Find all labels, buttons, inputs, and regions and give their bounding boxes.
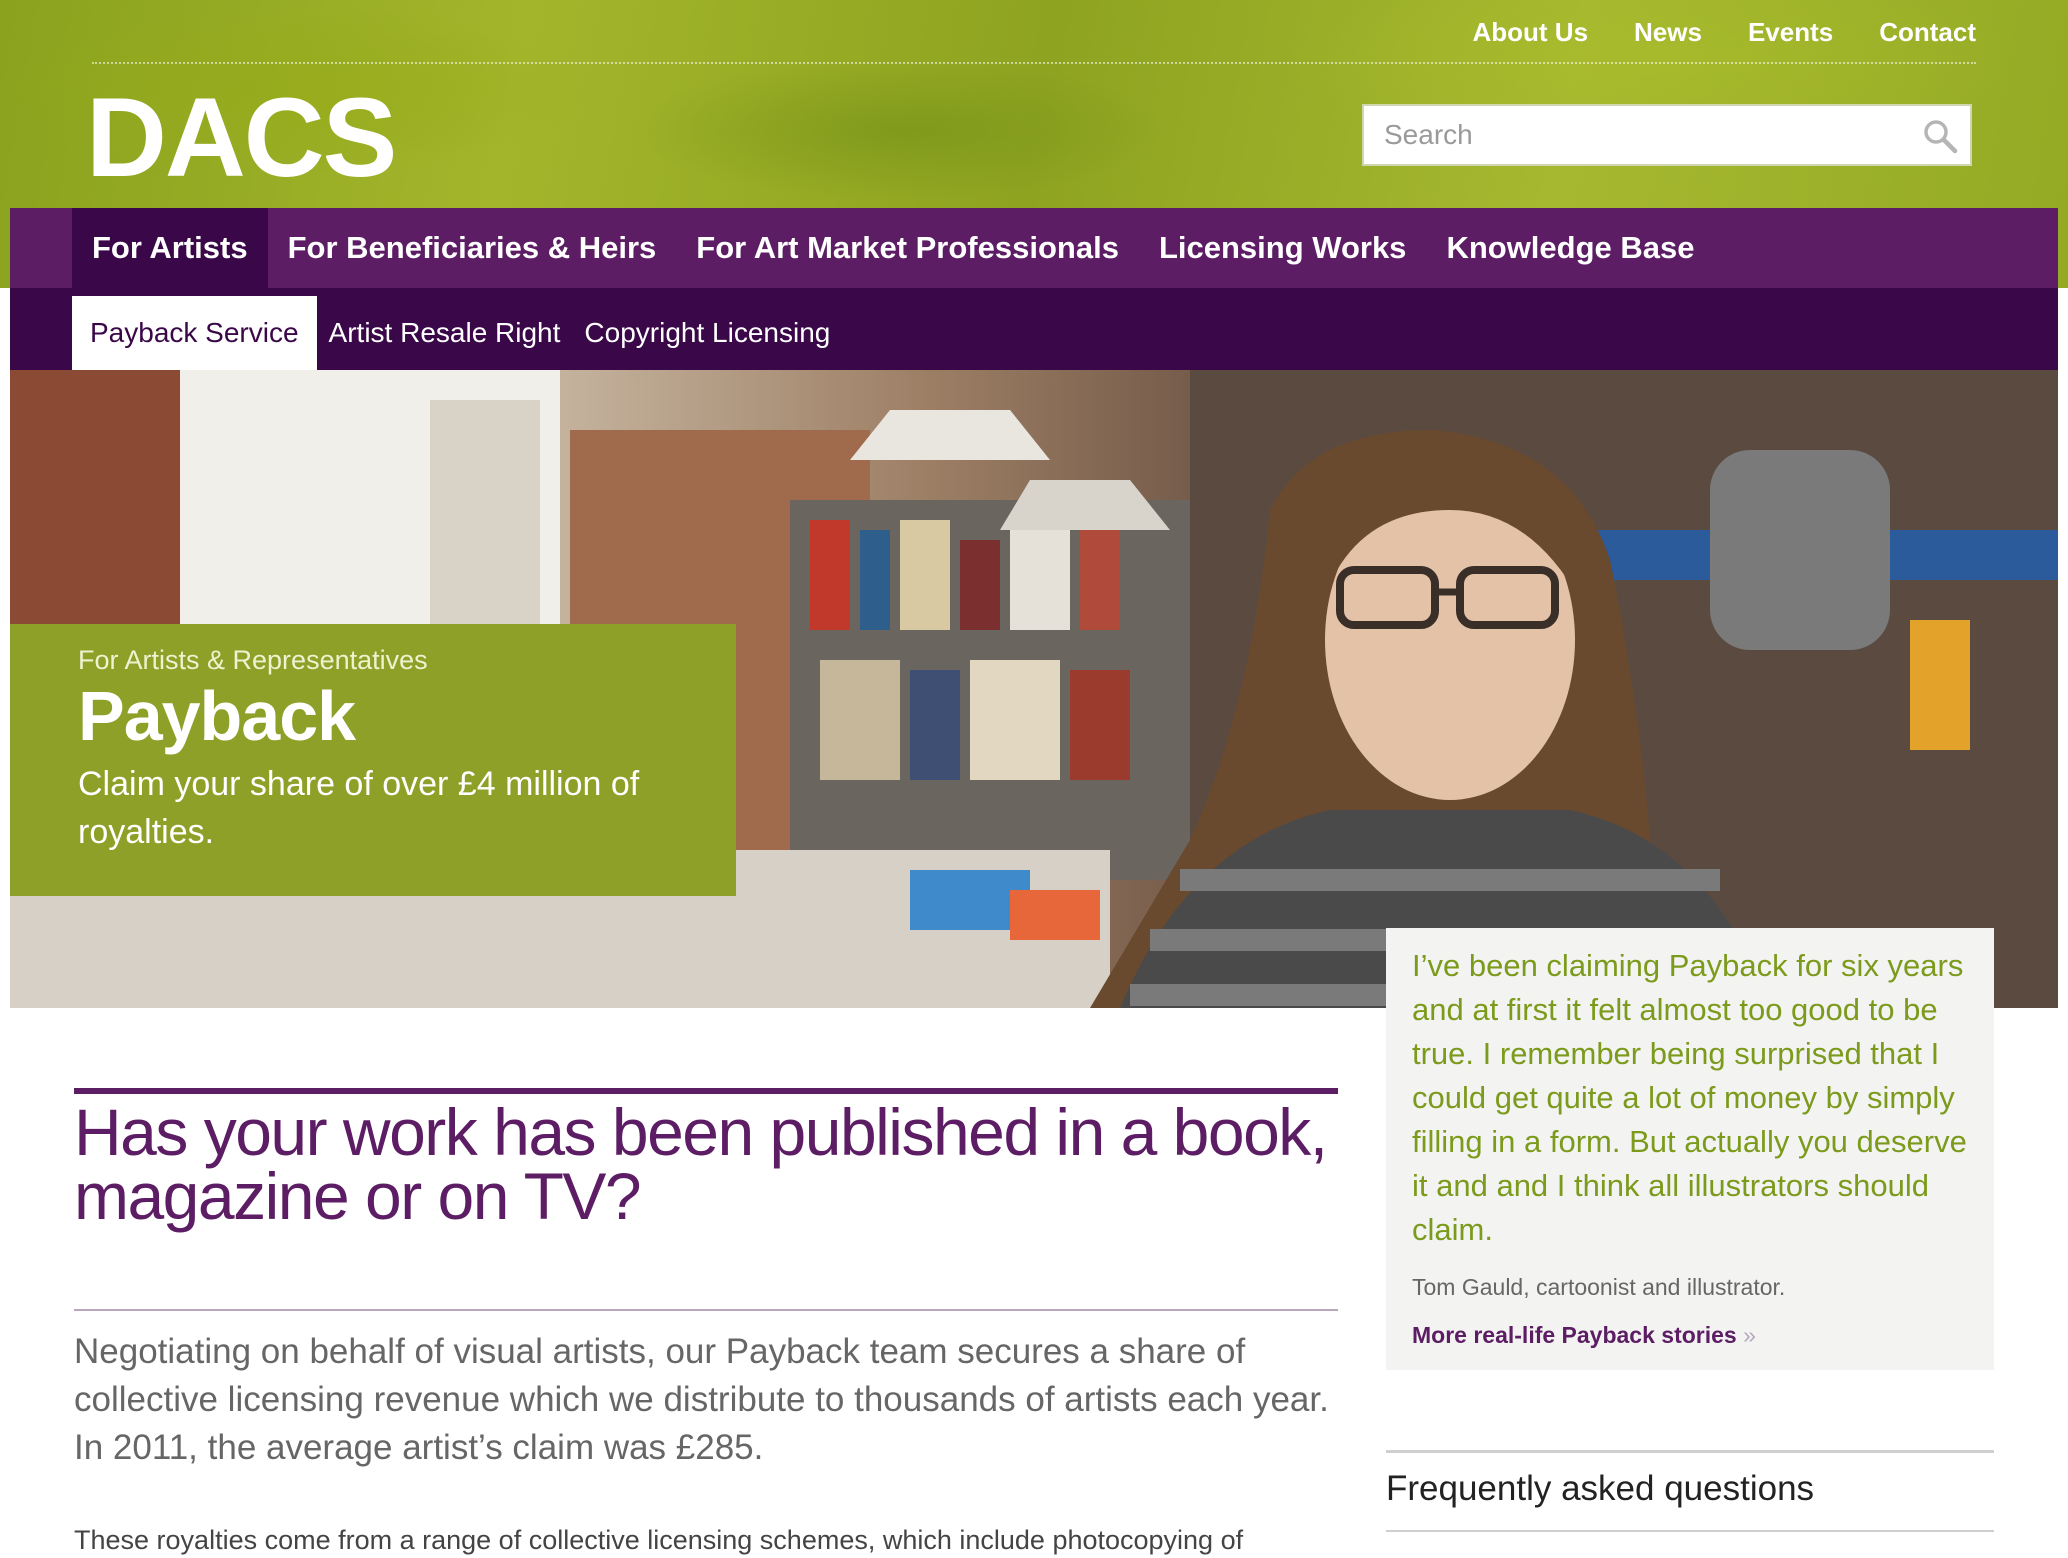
utility-nav: About Us News Events Contact	[1472, 14, 1976, 50]
search-box	[1362, 104, 1972, 166]
faq-rule	[1386, 1450, 1994, 1453]
nav-knowledge-base[interactable]: Knowledge Base	[1426, 208, 1714, 288]
faq-heading: Frequently asked questions	[1386, 1469, 1815, 1508]
more-stories-label: More real-life Payback stories	[1412, 1322, 1737, 1348]
heading-rule	[74, 1088, 1338, 1094]
hero-title: Payback	[78, 677, 356, 755]
utility-link-news[interactable]: News	[1634, 14, 1702, 50]
subnav-artist-resale-right[interactable]: Artist Resale Right	[317, 296, 573, 370]
testimonial-quote: I’ve been claiming Payback for six years…	[1412, 948, 1967, 1247]
testimonial-attribution: Tom Gauld, cartoonist and illustrator.	[1412, 1274, 1786, 1300]
primary-nav: For Artists For Beneficiaries & Heirs Fo…	[10, 208, 2058, 288]
search-input[interactable]	[1364, 106, 1904, 164]
nav-for-art-market-professionals[interactable]: For Art Market Professionals	[676, 208, 1139, 288]
faq-rule-bottom	[1386, 1530, 1994, 1532]
subnav-payback-service[interactable]: Payback Service	[72, 296, 317, 370]
more-payback-stories-link[interactable]: More real-life Payback stories »	[1412, 1320, 1756, 1350]
chevron-right-icon: »	[1743, 1322, 1756, 1348]
page-heading: Has your work has been published in a bo…	[74, 1095, 1328, 1233]
utility-divider	[92, 62, 1976, 64]
nav-for-beneficiaries-heirs[interactable]: For Beneficiaries & Heirs	[268, 208, 677, 288]
section-divider	[74, 1309, 1338, 1311]
subnav-copyright-licensing[interactable]: Copyright Licensing	[572, 296, 842, 370]
dacs-logo[interactable]: DACS	[86, 78, 397, 198]
secondary-nav: Payback Service Artist Resale Right Copy…	[10, 288, 2058, 370]
intro-paragraph: Negotiating on behalf of visual artists,…	[74, 1332, 1329, 1467]
testimonial-box: I’ve been claiming Payback for six years…	[1386, 928, 1994, 1370]
hero-subtitle: Claim your share of over £4 million of r…	[78, 765, 640, 851]
hero-callout: For Artists & Representatives Payback Cl…	[10, 624, 736, 896]
hero-eyebrow: For Artists & Representatives	[78, 645, 428, 675]
utility-link-events[interactable]: Events	[1748, 14, 1833, 50]
nav-for-artists[interactable]: For Artists	[72, 208, 268, 288]
nav-licensing-works[interactable]: Licensing Works	[1139, 208, 1427, 288]
search-icon[interactable]	[1922, 118, 1958, 154]
body-paragraph: These royalties come from a range of col…	[74, 1525, 1244, 1555]
utility-link-about-us[interactable]: About Us	[1472, 14, 1588, 50]
utility-link-contact[interactable]: Contact	[1879, 14, 1976, 50]
